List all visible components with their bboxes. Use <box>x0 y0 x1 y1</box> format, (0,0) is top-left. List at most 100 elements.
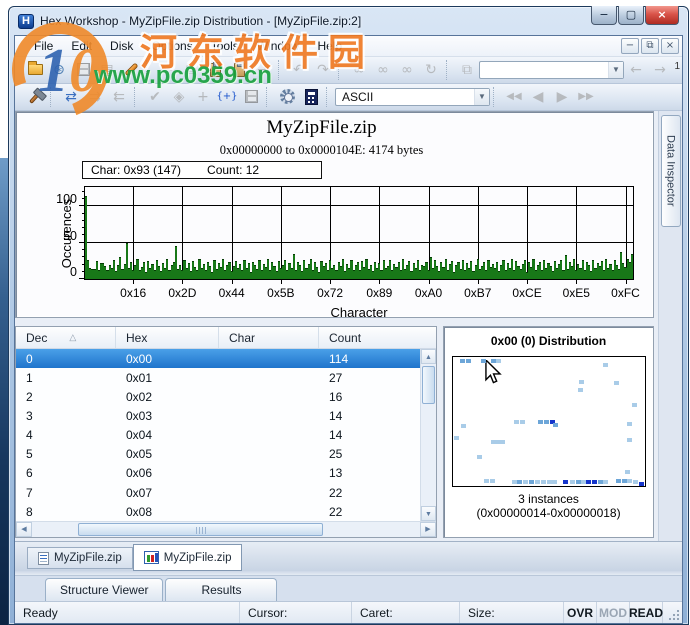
paste-button[interactable] <box>204 59 226 81</box>
status-message: Ready <box>15 602 240 623</box>
menu-window[interactable]: Window <box>248 37 309 55</box>
cell-count: 13 <box>319 466 420 480</box>
paste-next-button[interactable]: → <box>649 59 671 81</box>
menu-tools[interactable]: Tools <box>202 37 248 55</box>
calculator-button[interactable] <box>300 86 322 108</box>
goto-first-button[interactable]: ◀◀ <box>503 86 525 108</box>
close-button[interactable]: × <box>645 6 679 25</box>
paste-special-button[interactable] <box>228 59 250 81</box>
cell-dec: 2 <box>16 390 116 404</box>
undo-button[interactable]: ↶ <box>288 59 310 81</box>
copy-reference-button[interactable]: ⧉ <box>456 59 478 81</box>
column-header-dec[interactable]: Dec△ <box>16 327 116 348</box>
export-button[interactable]: ⇥ <box>252 59 274 81</box>
cell-count: 27 <box>319 371 420 385</box>
toolbar-separator <box>493 87 499 107</box>
table-vertical-scrollbar[interactable]: ▲ ▼ <box>420 349 436 521</box>
goto-next-button[interactable]: ▶ <box>551 86 573 108</box>
cell-count: 14 <box>319 428 420 442</box>
table-row[interactable]: 10x0127 <box>16 368 420 387</box>
menu-file[interactable]: File <box>25 37 62 55</box>
column-header-char[interactable]: Char <box>219 327 319 348</box>
table-row[interactable]: 20x0216 <box>16 387 420 406</box>
histogram-plot[interactable]: 0501000x160x2D0x440x5B0x720x890xA00xB70x… <box>84 186 634 280</box>
find-backward-button[interactable]: ∞ <box>372 59 394 81</box>
distribution-mark <box>552 480 557 484</box>
compare-files-button[interactable]: ⇄ <box>60 86 82 108</box>
column-header-hex[interactable]: Hex <box>116 327 219 348</box>
toolbar-separator <box>338 60 344 80</box>
x-axis-tick <box>527 279 528 284</box>
compare-previous-button[interactable]: ⇇ <box>108 86 130 108</box>
save-button[interactable] <box>72 59 94 81</box>
cut-button[interactable]: ✂ <box>156 59 178 81</box>
table-row[interactable]: 70x0722 <box>16 483 420 502</box>
add-bookmark-button[interactable]: + <box>192 86 214 108</box>
open-remote-button[interactable]: ⊛ <box>48 59 70 81</box>
print-button[interactable]: ▤ <box>96 59 118 81</box>
menu-disk[interactable]: Disk <box>101 37 142 55</box>
document-tab[interactable]: MyZipFile.zip <box>133 544 243 571</box>
minimize-button[interactable]: − <box>591 6 617 25</box>
find-forward-button[interactable]: ∞ <box>396 59 418 81</box>
maximize-button[interactable]: ▢ <box>618 6 644 25</box>
paste-previous-button[interactable]: ← <box>625 59 647 81</box>
scroll-right-button[interactable]: ▶ <box>420 522 436 537</box>
resize-grip[interactable] <box>663 602 682 623</box>
menu-options[interactable]: Options <box>142 37 201 55</box>
add-structure-button[interactable]: {+} <box>216 86 238 108</box>
open-file-button[interactable] <box>24 59 46 81</box>
scroll-left-button[interactable]: ◀ <box>16 522 32 537</box>
tooltip-count-label: Count: 12 <box>207 163 259 177</box>
document-tab-bar: MyZipFile.zipMyZipFile.zip <box>15 541 682 571</box>
color-map-button[interactable]: ◈ <box>168 86 190 108</box>
find-again-button[interactable]: ↻ <box>420 59 442 81</box>
options-gear-button[interactable] <box>276 86 298 108</box>
horizontal-scroll-thumb[interactable] <box>78 523 323 536</box>
table-row[interactable]: 30x0314 <box>16 407 420 426</box>
table-row[interactable]: 60x0613 <box>16 464 420 483</box>
distribution-mark <box>538 420 543 424</box>
preferences-wrench-button[interactable] <box>120 59 142 81</box>
table-horizontal-scrollbar[interactable]: ◀ ▶ <box>16 521 436 537</box>
table-row[interactable]: 00x00114 <box>16 349 420 368</box>
scroll-down-button[interactable]: ▼ <box>421 506 436 521</box>
mdi-restore-button[interactable]: ⧉ <box>641 38 659 54</box>
document-tab[interactable]: MyZipFile.zip <box>27 547 133 569</box>
table-row[interactable]: 40x0414 <box>16 426 420 445</box>
tab-structure-viewer[interactable]: Structure Viewer <box>45 578 163 601</box>
column-header-count[interactable]: Count <box>319 327 436 348</box>
paste-next-icon: → <box>654 63 666 77</box>
table-row[interactable]: 80x0822 <box>16 502 420 521</box>
tab-results[interactable]: Results <box>165 578 277 601</box>
status-cursor: Cursor: <box>240 602 352 623</box>
chart-tooltip: Char: 0x93 (147) Count: 12 <box>82 161 322 179</box>
find-button[interactable]: ∞ <box>348 59 370 81</box>
title-bar[interactable]: H Hex Workshop - MyZipFile.zip Distribut… <box>14 7 683 35</box>
scroll-up-button[interactable]: ▲ <box>421 349 436 364</box>
structures-hammer-button[interactable] <box>24 86 46 108</box>
histogram-bar <box>631 254 633 280</box>
menu-edit[interactable]: Edit <box>62 37 101 55</box>
goto-last-button[interactable]: ▶▶ <box>575 86 597 108</box>
vertical-scroll-thumb[interactable] <box>422 366 435 404</box>
checksum-button[interactable]: ✔ <box>144 86 166 108</box>
x-tick-label: 0x72 <box>317 286 343 300</box>
distribution-mark <box>625 470 630 474</box>
cut-icon: ✂ <box>161 63 173 77</box>
search-combobox[interactable]: ▼ <box>479 61 624 79</box>
mdi-minimize-button[interactable]: − <box>621 38 639 54</box>
cell-hex: 0x03 <box>116 409 219 423</box>
redo-button[interactable]: ↷ <box>312 59 334 81</box>
save-bookmarks-button[interactable] <box>240 86 262 108</box>
encoding-combobox[interactable]: ASCII▼ <box>335 88 490 106</box>
distribution-mark <box>481 359 486 363</box>
distribution-map[interactable] <box>452 356 646 487</box>
compare-next-button[interactable]: ⇉ <box>84 86 106 108</box>
tab-data-inspector[interactable]: Data Inspector <box>661 115 681 227</box>
mdi-close-button[interactable]: × <box>661 38 679 54</box>
copy-button[interactable]: ⧉ <box>180 59 202 81</box>
menu-help[interactable]: Help <box>308 37 351 55</box>
table-row[interactable]: 50x0525 <box>16 445 420 464</box>
goto-previous-button[interactable]: ◀ <box>527 86 549 108</box>
